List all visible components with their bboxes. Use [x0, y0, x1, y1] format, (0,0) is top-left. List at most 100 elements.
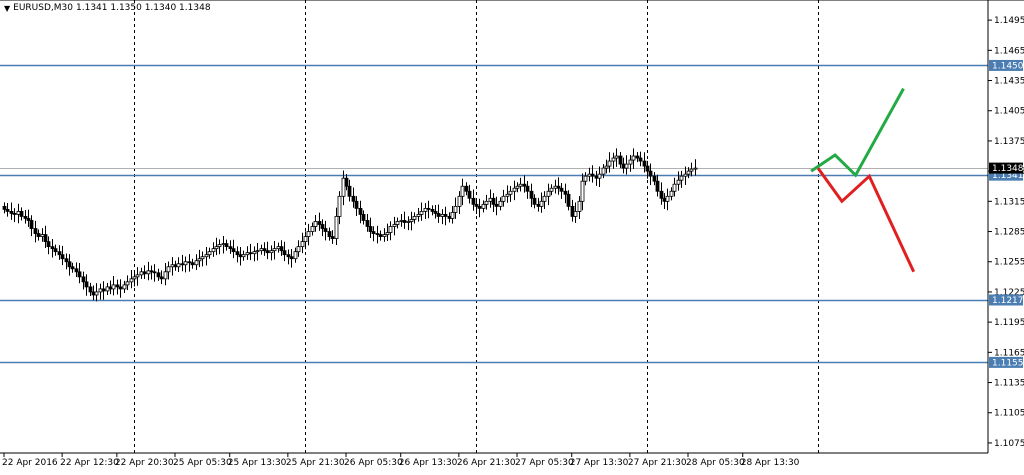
price-tick-label: 1.1165: [994, 348, 1024, 358]
candle-body: [152, 271, 157, 274]
candle-body: [467, 190, 472, 199]
candle-body: [618, 155, 623, 165]
candle-body: [187, 261, 192, 264]
candle-body: [375, 233, 380, 235]
candle-body: [207, 251, 212, 256]
candle-body: [525, 185, 530, 192]
candle-body: [553, 185, 558, 189]
candle-body: [419, 210, 424, 215]
candle-body: [642, 160, 647, 167]
candle-body: [156, 272, 161, 278]
candle-body: [399, 220, 404, 222]
candle-body: [173, 264, 178, 268]
triangle-down-icon[interactable]: ▼: [4, 4, 10, 13]
time-axis: 22 Apr 2016 22 Apr 12:3022 Apr 20:30 25 Ap…: [2, 453, 800, 468]
time-tick-label: 26 Apr 21:30: [457, 458, 516, 468]
candle-body: [149, 270, 154, 273]
candle-body: [662, 197, 667, 202]
candle-body: [395, 221, 400, 225]
candle-body: [665, 195, 670, 202]
candle-body: [200, 256, 205, 260]
price-tick-label: 1.1195: [994, 318, 1024, 328]
candle-body: [436, 213, 441, 217]
candle-body: [676, 179, 681, 185]
candle-body: [515, 185, 520, 189]
candle-body: [129, 278, 134, 283]
candle-body: [317, 221, 322, 225]
candle-body: [488, 197, 493, 202]
candle-body: [53, 248, 58, 253]
candle-body: [450, 212, 455, 219]
candle-body: [135, 274, 140, 278]
candle-body: [204, 254, 209, 258]
candle-body: [631, 155, 636, 161]
time-tick-label: 22 Apr 2016: [2, 458, 58, 468]
candle-body: [289, 256, 294, 260]
candle-body: [259, 248, 264, 252]
candle-body: [590, 173, 595, 177]
level-price-tag: 1.1155: [992, 358, 1024, 368]
candle-body: [416, 214, 421, 217]
candle-body: [457, 195, 462, 207]
candle-body: [77, 271, 82, 278]
candle-body: [371, 231, 376, 234]
candle-body: [159, 276, 164, 280]
candle-body: [536, 203, 541, 207]
candle-body: [549, 187, 554, 192]
time-tick-label: 28 Apr 13:30: [741, 458, 800, 468]
candle-body: [512, 187, 517, 192]
candle-body: [341, 177, 346, 197]
time-tick-label: 25 Apr 13:30: [228, 458, 287, 468]
candle-body: [57, 251, 62, 256]
candle-body: [689, 168, 694, 172]
candle-body: [286, 254, 291, 258]
candle-body: [382, 234, 387, 237]
candle-body: [125, 281, 130, 286]
candle-body: [221, 243, 226, 246]
candle-body: [354, 200, 359, 209]
candle-body: [108, 286, 113, 290]
candle-body: [583, 175, 588, 182]
candle-body: [501, 195, 506, 202]
candle-body: [81, 276, 86, 283]
candle-body: [351, 195, 356, 202]
candle-body: [183, 261, 188, 266]
candle-body: [235, 251, 240, 256]
candle-body: [655, 180, 660, 192]
candle-body: [477, 205, 482, 209]
candle-body: [587, 173, 592, 177]
candle-body: [245, 252, 250, 256]
candle-body: [460, 185, 465, 197]
candle-body: [5, 208, 10, 212]
price-tick-label: 1.1315: [994, 197, 1024, 207]
horizontal-levels[interactable]: [0, 64, 988, 364]
candle-body: [197, 258, 202, 262]
price-tick-label: 1.1465: [994, 46, 1024, 56]
price-tick-label: 1.1285: [994, 228, 1024, 238]
candle-body: [238, 254, 243, 258]
candle-body: [412, 216, 417, 220]
candle-body: [570, 205, 575, 217]
candle-body: [430, 208, 435, 212]
candle-body: [378, 234, 383, 237]
candle-body: [282, 250, 287, 256]
candle-body: [279, 246, 284, 252]
scenario-paths: [810, 87, 916, 273]
candle-body: [217, 244, 222, 248]
candle-body: [231, 248, 236, 253]
chart-root[interactable]: 1.14951.14651.14351.14051.13751.13451.13…: [0, 0, 1024, 471]
price-tick-label: 1.1435: [994, 77, 1024, 87]
candle-body: [101, 288, 106, 292]
price-tick-label: 1.1135: [994, 379, 1024, 389]
time-tick-label: 26 Apr 13:30: [399, 458, 458, 468]
candle-body: [392, 224, 397, 227]
candle-body: [214, 246, 219, 250]
candle-body: [573, 210, 578, 217]
candle-body: [276, 246, 281, 250]
time-tick-label: 25 Apr 21:30: [286, 458, 345, 468]
candle-body: [19, 210, 24, 217]
bearish-scenario-line: [816, 167, 916, 273]
current-price-tag: 1.1348: [992, 164, 1024, 174]
price-chart[interactable]: 1.14951.14651.14351.14051.13751.13451.13…: [0, 0, 1024, 471]
candle-body: [621, 163, 626, 169]
